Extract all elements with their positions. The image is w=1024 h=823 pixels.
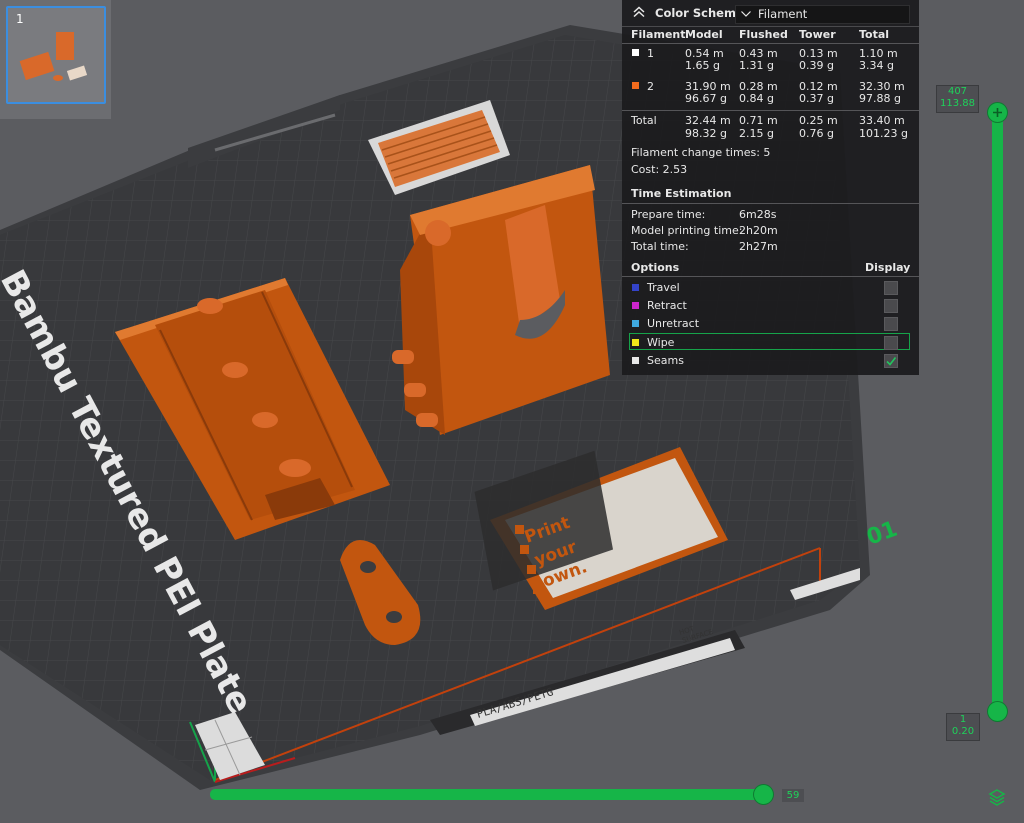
filament-2-total-weight: 97.88 g (859, 92, 901, 105)
top-layer-number: 407 (947, 86, 968, 97)
move-slider-handle[interactable] (754, 785, 773, 804)
filament-2-tower-weight: 0.37 g (799, 92, 834, 105)
filament-2-model-weight: 96.67 g (685, 92, 727, 105)
total-time-value: 2h27m (739, 240, 778, 253)
layers-icon[interactable] (988, 788, 1006, 806)
layer-slider-top-handle[interactable] (988, 103, 1007, 122)
total-model-weight: 98.32 g (685, 127, 727, 140)
filament-2-swatch (632, 82, 639, 89)
filament-1-swatch (632, 49, 639, 56)
travel-label: Travel (647, 281, 680, 294)
color-scheme-label: Color Scheme (655, 6, 744, 20)
total-time-label: Total time: (631, 240, 689, 253)
col-header-filament: Filament (631, 28, 686, 41)
plate-thumbnail-panel: 1 (0, 0, 111, 119)
bottom-layer-height: 0.20 (951, 726, 975, 737)
total-tower-length: 0.25 m (799, 114, 838, 127)
col-header-tower: Tower (799, 28, 836, 41)
layer-slider-bottom-handle[interactable] (988, 702, 1007, 721)
travel-checkbox[interactable] (884, 281, 898, 295)
plate-number-text: 01 (864, 517, 901, 551)
color-scheme-row: Color Scheme Filament (622, 0, 919, 27)
bottom-layer-number: 1 (959, 714, 967, 725)
wipe-label: Wipe (647, 336, 675, 349)
col-header-total: Total (859, 28, 890, 41)
time-estimation-heading: Time Estimation (631, 187, 732, 200)
total-total-length: 33.40 m (859, 114, 905, 127)
unretract-swatch (632, 320, 639, 327)
prepare-time-value: 6m28s (739, 208, 777, 221)
layer-slider-track[interactable] (992, 110, 1003, 714)
travel-swatch (632, 284, 639, 291)
total-flushed-weight: 2.15 g (739, 127, 774, 140)
wipe-checkbox[interactable] (884, 336, 898, 350)
filament-1-total-weight: 3.34 g (859, 59, 894, 72)
color-scheme-dropdown[interactable]: Filament (735, 5, 910, 24)
unretract-label: Unretract (647, 317, 700, 330)
total-model-length: 32.44 m (685, 114, 731, 127)
top-layer-height: 113.88 (940, 98, 975, 109)
col-header-model: Model (685, 28, 723, 41)
total-flushed-length: 0.71 m (739, 114, 778, 127)
seams-swatch (632, 357, 639, 364)
model-print-time-label: Model printing time: (631, 224, 743, 237)
filament-1-model-weight: 1.65 g (685, 59, 720, 72)
bottom-layer-label: 1 0.20 (946, 713, 980, 741)
move-slider-track[interactable] (210, 789, 770, 800)
move-slider-value: 59 (782, 789, 804, 802)
total-total-weight: 101.23 g (859, 127, 908, 140)
filament-2-flushed-weight: 0.84 g (739, 92, 774, 105)
seams-checkbox[interactable] (884, 354, 898, 368)
seams-label: Seams (647, 354, 684, 367)
filament-1-tower-weight: 0.39 g (799, 59, 834, 72)
total-tower-weight: 0.76 g (799, 127, 834, 140)
top-layer-label: 407 113.88 (936, 85, 979, 113)
filament-2-id: 2 (647, 80, 654, 93)
cost-text: Cost: 2.53 (631, 163, 688, 176)
filament-change-times: Filament change times: 5 (631, 146, 771, 159)
retract-label: Retract (647, 299, 687, 312)
model-print-time-value: 2h20m (739, 224, 778, 237)
collapse-chevron-icon[interactable] (632, 5, 646, 19)
prepare-time-label: Prepare time: (631, 208, 706, 221)
filament-1-id: 1 (647, 47, 654, 60)
total-row-label: Total (631, 114, 657, 127)
plate-thumbnail[interactable]: 1 (6, 6, 106, 104)
plate-thumbnail-number: 1 (16, 12, 24, 26)
options-heading: Options (631, 261, 680, 274)
chevron-down-icon (741, 11, 751, 17)
retract-swatch (632, 302, 639, 309)
color-scheme-value: Filament (758, 7, 808, 21)
col-header-flushed: Flushed (739, 28, 788, 41)
checkmark-icon (886, 357, 897, 366)
retract-checkbox[interactable] (884, 299, 898, 313)
wipe-swatch (632, 339, 639, 346)
filament-1-flushed-weight: 1.31 g (739, 59, 774, 72)
plus-icon (993, 108, 1002, 117)
legend-panel: Color Scheme Filament Filament Model Flu… (622, 0, 919, 375)
display-heading: Display (865, 261, 911, 274)
unretract-checkbox[interactable] (884, 317, 898, 331)
